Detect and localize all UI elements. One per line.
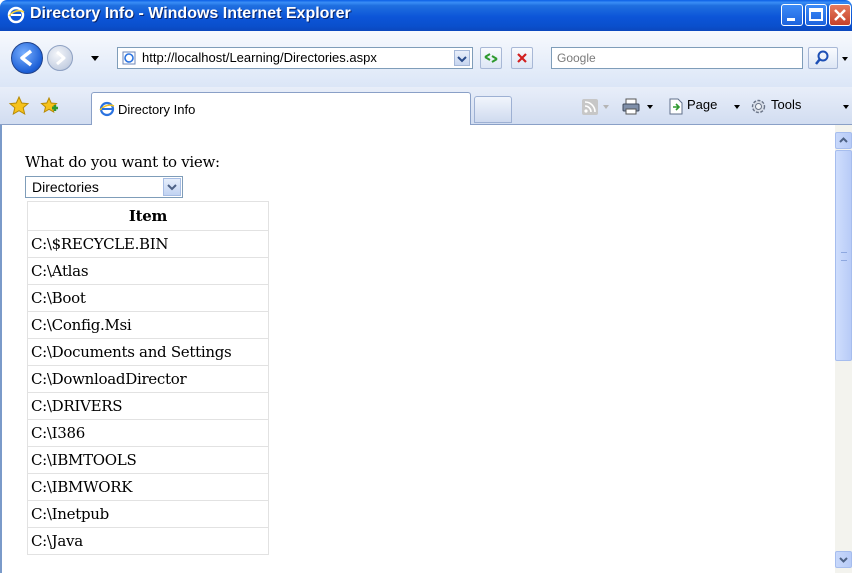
- search-placeholder: Google: [557, 51, 596, 65]
- table-cell: C:\Java: [27, 527, 269, 555]
- scroll-thumb[interactable]: [835, 150, 852, 361]
- address-url: http://localhost/Learning/Directories.as…: [142, 50, 377, 65]
- favorites-star-icon[interactable]: [8, 95, 30, 117]
- minimize-button[interactable]: [781, 4, 803, 26]
- rss-icon: [584, 101, 596, 113]
- table-row: C:\$RECYCLE.BIN: [27, 230, 269, 258]
- title-bar[interactable]: Directory Info - Windows Internet Explor…: [0, 0, 852, 31]
- forward-button[interactable]: [47, 45, 73, 71]
- print-dropdown-icon[interactable]: [646, 104, 654, 110]
- page-content: What do you want to view: Directories It…: [0, 125, 835, 573]
- tools-dropdown-icon[interactable]: [842, 104, 850, 110]
- view-select-dropdown-button[interactable]: [163, 178, 181, 196]
- table-row: C:\Java: [27, 527, 269, 555]
- items-table: Item C:\$RECYCLE.BIN C:\Atlas C:\Boot C:…: [27, 201, 269, 555]
- forward-arrow-icon: [56, 50, 66, 66]
- table-cell: C:\IBMWORK: [27, 473, 269, 501]
- chevron-down-icon: [167, 184, 177, 191]
- chevron-down-icon: [457, 56, 467, 63]
- address-toolbar: http://localhost/Learning/Directories.as…: [0, 31, 852, 87]
- table-header-row: Item: [27, 201, 269, 231]
- page-icon: [122, 51, 136, 65]
- view-prompt-label: What do you want to view:: [25, 153, 220, 171]
- scroll-grip: [841, 252, 847, 261]
- table-cell: C:\I386: [27, 419, 269, 447]
- view-select-value: Directories: [32, 179, 99, 195]
- address-dropdown-button[interactable]: [454, 50, 470, 66]
- maximize-button[interactable]: [805, 4, 827, 26]
- page-dropdown-icon[interactable]: [733, 104, 741, 110]
- close-button[interactable]: [829, 4, 851, 26]
- ie-page-icon: [99, 101, 115, 117]
- tab-toolbar: Directory Info Page Tools: [0, 87, 852, 125]
- table-row: C:\IBMTOOLS: [27, 446, 269, 474]
- table-cell: C:\Config.Msi: [27, 311, 269, 339]
- ie-logo-icon: [7, 6, 25, 24]
- address-input[interactable]: http://localhost/Learning/Directories.as…: [117, 47, 473, 69]
- table-row: C:\DRIVERS: [27, 392, 269, 420]
- table-row: C:\Boot: [27, 284, 269, 312]
- table-cell: C:\DownloadDirector: [27, 365, 269, 393]
- stop-icon: [517, 53, 527, 63]
- table-cell: C:\Boot: [27, 284, 269, 312]
- tools-menu-button[interactable]: Tools: [771, 97, 801, 112]
- search-options-dropdown-icon[interactable]: [839, 47, 851, 69]
- stop-button[interactable]: [511, 47, 533, 69]
- new-tab-button[interactable]: [474, 96, 512, 123]
- window-title: Directory Info - Windows Internet Explor…: [30, 5, 351, 22]
- chevron-down-icon: [839, 557, 848, 563]
- column-header-item: Item: [27, 201, 269, 231]
- refresh-icon: [484, 53, 498, 63]
- chevron-up-icon: [839, 137, 848, 143]
- vertical-scrollbar[interactable]: [835, 125, 852, 573]
- table-row: C:\Inetpub: [27, 500, 269, 528]
- recent-pages-dropdown-icon[interactable]: [88, 52, 102, 64]
- scroll-up-button[interactable]: [835, 132, 852, 149]
- refresh-button[interactable]: [480, 47, 502, 69]
- close-icon: [834, 9, 846, 21]
- table-row: C:\I386: [27, 419, 269, 447]
- table-row: C:\Atlas: [27, 257, 269, 285]
- gear-icon[interactable]: [750, 98, 767, 115]
- table-cell: C:\Atlas: [27, 257, 269, 285]
- table-cell: C:\Documents and Settings: [27, 338, 269, 366]
- table-cell: C:\$RECYCLE.BIN: [27, 230, 269, 258]
- ie-window: Directory Info - Windows Internet Explor…: [0, 0, 852, 573]
- back-arrow-icon: [20, 49, 33, 67]
- table-cell: C:\DRIVERS: [27, 392, 269, 420]
- tab-label: Directory Info: [118, 102, 196, 117]
- feeds-dropdown-icon[interactable]: [602, 104, 610, 110]
- scroll-down-button[interactable]: [835, 551, 852, 568]
- back-button[interactable]: [11, 42, 43, 74]
- view-select[interactable]: Directories: [25, 176, 183, 198]
- table-cell: C:\IBMTOOLS: [27, 446, 269, 474]
- table-row: C:\Config.Msi: [27, 311, 269, 339]
- print-icon[interactable]: [622, 98, 640, 115]
- table-row: C:\IBMWORK: [27, 473, 269, 501]
- maximize-icon: [809, 8, 823, 21]
- page-menu-button[interactable]: Page: [687, 97, 717, 112]
- search-button[interactable]: [808, 47, 838, 69]
- table-cell: C:\Inetpub: [27, 500, 269, 528]
- add-favorite-icon[interactable]: [38, 95, 60, 117]
- page-menu-icon[interactable]: [668, 98, 684, 115]
- search-input[interactable]: Google: [551, 47, 803, 69]
- tab-directory-info[interactable]: Directory Info: [91, 92, 471, 125]
- table-row: C:\DownloadDirector: [27, 365, 269, 393]
- feeds-icon[interactable]: [582, 99, 598, 115]
- minimize-icon: [787, 18, 795, 21]
- search-icon: [815, 50, 829, 65]
- table-row: C:\Documents and Settings: [27, 338, 269, 366]
